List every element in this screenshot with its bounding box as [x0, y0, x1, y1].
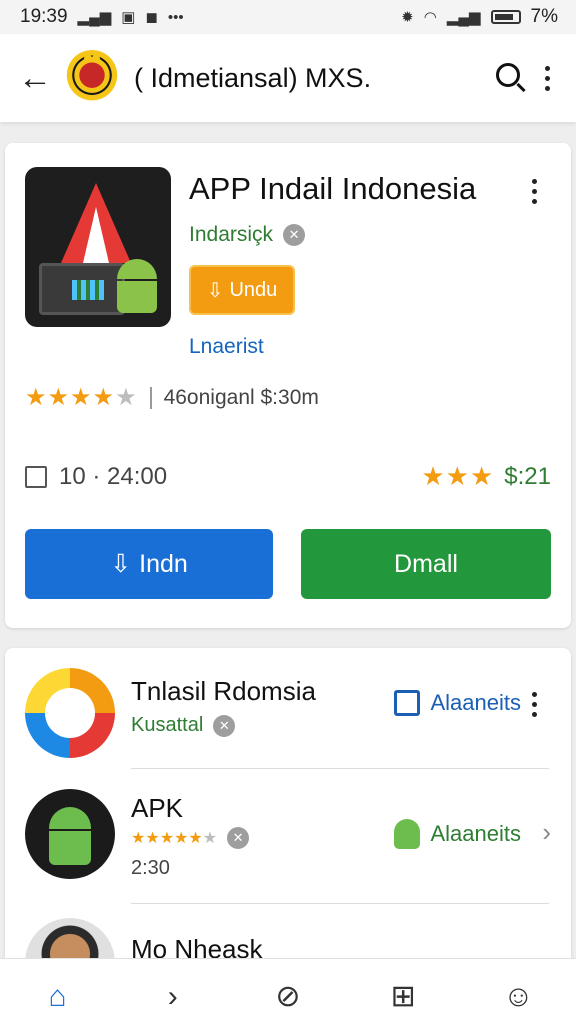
- search-icon: [496, 63, 520, 87]
- cell-signal-icon: ▂▄▆: [446, 9, 481, 26]
- battery-icon: [490, 10, 521, 24]
- share-icon[interactable]: [25, 465, 47, 488]
- notification-icon: ◼: [145, 9, 158, 26]
- secondary-action-button[interactable]: Dmall: [301, 529, 551, 599]
- secondary-stars: ★★★: [421, 461, 495, 491]
- featured-app-card: APP Indail Indonesia Indarsiçk ✕ ⇩ Undu …: [5, 143, 571, 628]
- app-overflow-menu-icon[interactable]: [519, 179, 549, 204]
- android-app-icon: [25, 789, 115, 879]
- nav-home[interactable]: ⌂: [13, 980, 103, 1016]
- verified-badge-icon: ✕: [227, 827, 250, 849]
- sub-link[interactable]: Lnaerist: [189, 335, 264, 359]
- more-notifications-icon: •••: [167, 8, 184, 26]
- emblem-logo: [64, 50, 120, 106]
- bottom-navigation: ⌂ › ⊘ ⊞ ☺: [0, 958, 576, 1024]
- list-item-action[interactable]: Alaaneits: [394, 819, 521, 849]
- nav-blocked[interactable]: ⊘: [243, 980, 333, 1016]
- download-icon: ⇩: [110, 550, 132, 578]
- back-arrow-icon[interactable]: ←: [18, 59, 58, 98]
- list-item-action-label: Alaaneits: [430, 690, 521, 715]
- developer-name[interactable]: Indarsiçk: [189, 223, 273, 247]
- install-button[interactable]: ⇩ Indn: [25, 529, 273, 599]
- person-search-icon: ☺: [503, 979, 534, 1013]
- app-title: APP Indail Indonesia: [189, 171, 477, 206]
- add-box-icon: ⊞: [390, 979, 416, 1013]
- home-icon: ⌂: [48, 979, 67, 1013]
- rating-stars: ★★★★★: [25, 384, 138, 411]
- chevron-right-icon[interactable]: ›: [542, 817, 551, 848]
- thumbs-up-icon: [394, 690, 421, 716]
- search-button[interactable]: [484, 61, 532, 95]
- verified-badge-icon: ✕: [213, 714, 236, 737]
- status-bar: 19:39 ▂▄▆ ▣ ◼ ••• ✹ ◠ ▂▄▆ 7%: [0, 0, 576, 34]
- download-count: 10 · 24:00: [59, 462, 168, 490]
- status-time: 19:39: [20, 6, 68, 27]
- nav-add[interactable]: ⊞: [358, 980, 448, 1016]
- chrome-style-app-icon: [25, 668, 115, 758]
- download-icon: ⇩: [206, 279, 224, 302]
- install-chip-button[interactable]: ⇩ Undu: [189, 265, 295, 315]
- list-item-title: APK: [131, 793, 184, 823]
- list-item[interactable]: Tnlasil Rdomsia Kusattal ✕ Alaaneits: [5, 648, 571, 768]
- app-icon: [25, 167, 171, 327]
- wifi-icon: ◠: [423, 9, 437, 26]
- nav-profile[interactable]: ☺: [473, 980, 563, 1016]
- list-item-title: Tnlasil Rdomsia: [131, 676, 316, 706]
- overflow-menu-icon[interactable]: [532, 65, 562, 91]
- verified-badge-icon: ✕: [283, 224, 306, 246]
- secondary-value: $:21: [504, 462, 551, 490]
- secondary-button-label: Dmall: [394, 549, 458, 578]
- android-icon: [394, 819, 421, 849]
- app-bar: ← ( Idmetiansal) ΜXS.: [0, 34, 576, 122]
- gear-icon: ✹: [401, 9, 414, 26]
- install-chip-label: Undu: [229, 278, 278, 301]
- list-item-time: 2:30: [131, 857, 170, 879]
- list-item-subtitle: Kusattal: [131, 714, 204, 736]
- app-meta: 46oniganl $:30m: [163, 385, 319, 409]
- photo-icon: ▣: [121, 9, 136, 26]
- divider: [149, 386, 152, 409]
- nav-forward[interactable]: ›: [128, 980, 218, 1016]
- list-item-overflow-icon[interactable]: [519, 692, 549, 717]
- list-item-action-label: Alaaneits: [430, 821, 521, 846]
- list-item[interactable]: APK ★★★★★★ ✕ 2:30 Alaaneits ›: [5, 769, 571, 903]
- install-button-label: Indn: [139, 549, 188, 578]
- signal-icon: ▂▄▆: [77, 9, 112, 26]
- battery-percent: 7%: [530, 6, 558, 27]
- chevron-right-icon: ›: [167, 979, 178, 1013]
- list-item-stars: ★★★★★★: [131, 830, 218, 847]
- list-item-action[interactable]: Alaaneits: [394, 690, 521, 716]
- app-bar-title: ( Idmetiansal) ΜXS.: [134, 62, 372, 93]
- block-icon: ⊘: [275, 979, 301, 1013]
